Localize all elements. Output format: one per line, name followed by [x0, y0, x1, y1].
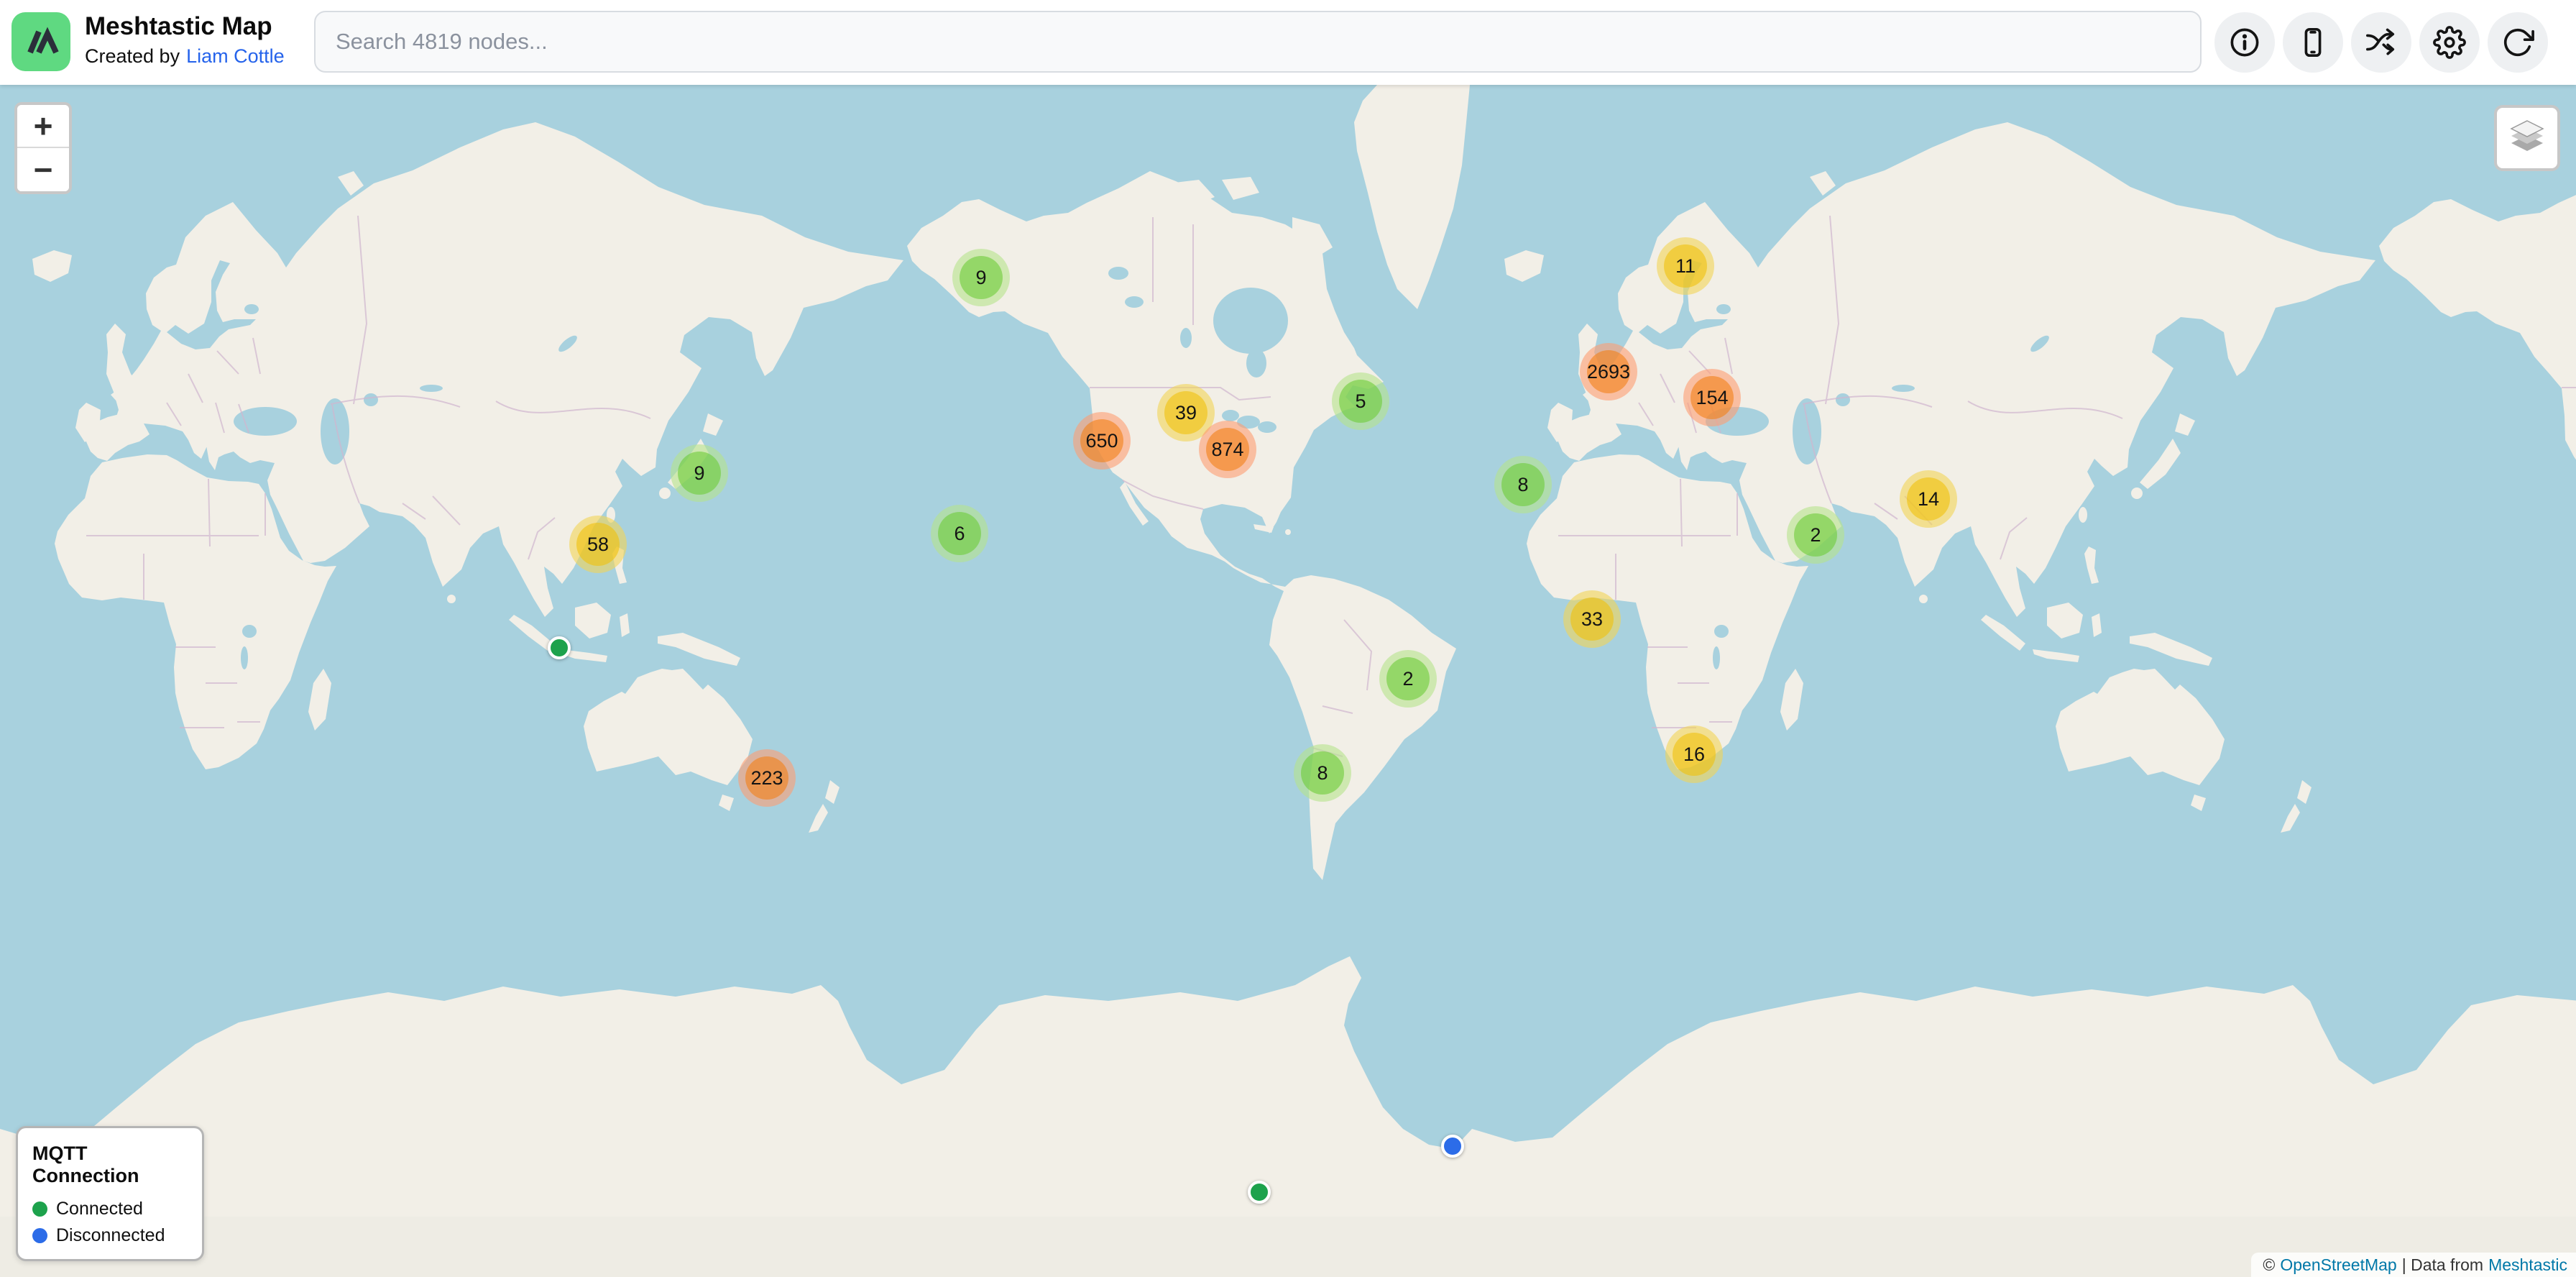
- cluster-marker[interactable]: 33: [1563, 590, 1621, 648]
- osm-link[interactable]: OpenStreetMap: [2280, 1255, 2396, 1275]
- node-marker-connected[interactable]: [1248, 1181, 1271, 1204]
- legend-item-connected: Connected: [32, 1199, 188, 1219]
- cluster-marker[interactable]: 8: [1494, 456, 1552, 513]
- cluster-marker[interactable]: 16: [1665, 726, 1723, 783]
- cluster-marker[interactable]: 9: [671, 444, 728, 502]
- cluster-marker[interactable]: 5: [1332, 372, 1389, 430]
- cluster-marker[interactable]: 11: [1657, 237, 1714, 295]
- cluster-marker[interactable]: 2: [1787, 506, 1844, 564]
- settings-button[interactable]: [2419, 12, 2480, 73]
- cluster-marker[interactable]: 6: [931, 505, 988, 562]
- byline-prefix: Created by: [85, 42, 180, 70]
- attribution-separator: | Data from: [2402, 1255, 2483, 1275]
- zoom-control: + −: [14, 102, 72, 194]
- cluster-marker[interactable]: 2693: [1580, 343, 1637, 401]
- cluster-marker[interactable]: 650: [1073, 412, 1131, 470]
- gear-icon: [2433, 26, 2466, 59]
- cluster-marker[interactable]: 874: [1199, 421, 1256, 478]
- meshtastic-link[interactable]: Meshtastic: [2488, 1255, 2567, 1275]
- smartphone-icon: [2296, 26, 2329, 59]
- info-icon: [2228, 26, 2261, 59]
- legend-title: MQTT Connection: [32, 1143, 188, 1187]
- author-link[interactable]: Liam Cottle: [186, 42, 285, 70]
- legend-label: Disconnected: [56, 1225, 165, 1246]
- byline: Created by Liam Cottle: [85, 42, 285, 70]
- info-button[interactable]: [2214, 12, 2275, 73]
- layers-icon: [2507, 118, 2547, 158]
- titleblock: Meshtastic Map Created by Liam Cottle: [85, 12, 285, 70]
- cluster-marker[interactable]: 9: [952, 249, 1010, 306]
- meshtastic-logo-icon: [12, 12, 70, 71]
- zoom-in-button[interactable]: +: [17, 105, 69, 148]
- layers-control-button[interactable]: [2494, 105, 2560, 171]
- mobile-app-button[interactable]: [2283, 12, 2343, 73]
- app-header: Meshtastic Map Created by Liam Cottle: [0, 0, 2576, 85]
- cluster-marker[interactable]: 8: [1294, 744, 1351, 802]
- legend-item-disconnected: Disconnected: [32, 1225, 188, 1246]
- page-title: Meshtastic Map: [85, 12, 285, 42]
- marker-layer: 939650874511269315481423316282235896: [0, 0, 2576, 1277]
- connected-dot-icon: [32, 1202, 47, 1217]
- cluster-marker[interactable]: 14: [1900, 470, 1957, 528]
- copyright-symbol: ©: [2263, 1255, 2275, 1275]
- cluster-marker[interactable]: 58: [569, 516, 627, 573]
- legend-label: Connected: [56, 1199, 143, 1219]
- random-node-button[interactable]: [2351, 12, 2411, 73]
- shuffle-icon: [2365, 26, 2398, 59]
- refresh-button[interactable]: [2488, 12, 2548, 73]
- node-marker-disconnected[interactable]: [1441, 1135, 1464, 1158]
- cluster-marker[interactable]: 154: [1683, 369, 1741, 426]
- zoom-out-button[interactable]: −: [17, 148, 69, 191]
- cluster-marker[interactable]: 223: [738, 749, 796, 807]
- node-marker-connected[interactable]: [548, 636, 571, 659]
- disconnected-dot-icon: [32, 1228, 47, 1243]
- map-viewport[interactable]: 939650874511269315481423316282235896: [0, 0, 2576, 1277]
- refresh-icon: [2501, 26, 2534, 59]
- cluster-marker[interactable]: 2: [1379, 650, 1437, 708]
- search-input[interactable]: [314, 11, 2202, 73]
- mqtt-legend: MQTT Connection Connected Disconnected: [16, 1126, 204, 1261]
- map-attribution: © OpenStreetMap | Data from Meshtastic: [2251, 1253, 2576, 1277]
